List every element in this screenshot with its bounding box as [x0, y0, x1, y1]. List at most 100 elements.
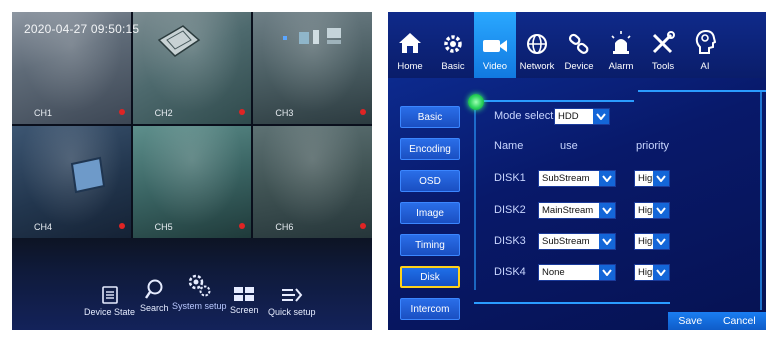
disk-use-value: None	[542, 267, 565, 278]
side-item-disk[interactable]: Disk	[400, 266, 460, 288]
camera-tile-ch2[interactable]: CH2	[132, 12, 252, 124]
channel-label: CH3	[275, 108, 294, 118]
chevron-down-icon	[653, 171, 669, 186]
screen-label: Screen	[230, 305, 259, 315]
alarm-light-icon	[611, 31, 631, 54]
tab-home[interactable]: Home	[388, 12, 432, 78]
quick-setup-icon	[281, 288, 303, 302]
disk2-priority-dropdown[interactable]: High	[634, 202, 670, 219]
channel-label: CH2	[154, 108, 173, 118]
tab-ai[interactable]: AI	[684, 12, 726, 78]
side-item-basic[interactable]: Basic	[400, 106, 460, 128]
side-item-encoding[interactable]: Encoding	[400, 138, 460, 160]
tab-label: Basic	[441, 61, 465, 72]
channel-label: CH5	[154, 222, 173, 232]
top-nav: Home Basic Video Network Device Alarm To…	[388, 12, 766, 78]
disk3-priority-dropdown[interactable]: High	[634, 233, 670, 250]
tab-alarm[interactable]: Alarm	[600, 12, 642, 78]
tab-label: AI	[700, 61, 710, 72]
recording-dot-icon	[118, 109, 125, 115]
camera-tile-ch6[interactable]: CH6	[253, 126, 372, 238]
monitor-icon	[70, 156, 106, 194]
link-icon	[568, 33, 589, 54]
globe-icon	[527, 34, 547, 54]
tab-tools[interactable]: Tools	[642, 12, 684, 78]
disk-use-value: SubStream	[542, 236, 590, 247]
disk1-use-dropdown[interactable]: SubStream	[538, 170, 616, 187]
chevron-down-icon	[599, 265, 615, 280]
disk2-use-dropdown[interactable]: MainStream	[538, 202, 616, 219]
channel-label: CH1	[34, 108, 53, 118]
side-item-image[interactable]: Image	[400, 202, 460, 224]
tab-network[interactable]: Network	[516, 12, 558, 78]
chevron-down-icon	[653, 203, 669, 218]
system-setup-button[interactable]: System setup	[172, 272, 227, 311]
tools-icon	[652, 31, 675, 54]
disk-name: DISK1	[494, 172, 526, 184]
camera-tile-ch3[interactable]: CH3	[253, 12, 372, 124]
search-button[interactable]: Search	[140, 278, 169, 313]
disk1-priority-dropdown[interactable]: High	[634, 170, 670, 187]
disk-use-value: SubStream	[542, 173, 590, 184]
tab-label: Video	[482, 61, 508, 72]
settings-panel: Home Basic Video Network Device Alarm To…	[388, 12, 766, 330]
live-view-panel: CH1 CH2 CH3 CH4 CH5 CH6 2020-04-27 09:50…	[12, 12, 372, 330]
ceiling-fixture-icon	[283, 28, 342, 44]
disk-name: DISK3	[494, 235, 526, 247]
settings-content: Basic Encoding OSD Image Timing Disk Int…	[388, 78, 766, 330]
disk4-use-dropdown[interactable]: None	[538, 264, 616, 281]
ceiling-ac-unit-icon	[157, 25, 200, 57]
quick-setup-button[interactable]: Quick setup	[268, 286, 316, 317]
tab-label: Home	[397, 61, 423, 72]
tab-video[interactable]: Video	[474, 12, 516, 78]
recording-dot-icon	[359, 109, 366, 115]
save-button[interactable]: Save	[678, 315, 702, 327]
gear-icon	[444, 35, 462, 53]
recording-dot-icon	[359, 223, 366, 229]
frame-divider	[474, 100, 476, 290]
frame-divider	[638, 90, 766, 92]
chevron-down-icon	[599, 171, 615, 186]
disk-name: DISK4	[494, 266, 526, 278]
mode-select-value: HDD	[558, 111, 579, 122]
tab-label: Tools	[651, 61, 675, 72]
chevron-down-icon	[653, 265, 669, 280]
search-label: Search	[140, 303, 169, 313]
frame-divider	[760, 90, 762, 310]
system-setup-label: System setup	[172, 301, 227, 311]
device-state-label: Device State	[84, 307, 136, 317]
bottom-toolbar: Device State Search System setup Screen …	[12, 238, 372, 330]
camera-tile-ch4[interactable]: CH4	[12, 126, 131, 238]
cancel-button[interactable]: Cancel	[723, 315, 756, 327]
channel-label: CH4	[34, 222, 53, 232]
disk-name: DISK2	[494, 204, 526, 216]
disk4-priority-dropdown[interactable]: High	[634, 264, 670, 281]
device-state-button[interactable]: Device State	[84, 286, 135, 317]
camera-tile-ch5[interactable]: CH5	[132, 126, 252, 238]
search-icon	[145, 279, 163, 299]
disk-use-value: MainStream	[542, 205, 594, 216]
gears-icon	[189, 274, 211, 297]
tab-device[interactable]: Device	[558, 12, 600, 78]
side-item-intercom[interactable]: Intercom	[400, 298, 460, 320]
channel-label: CH6	[275, 222, 294, 232]
camera-grid: CH1 CH2 CH3 CH4 CH5 CH6	[12, 12, 372, 238]
tab-basic[interactable]: Basic	[432, 12, 474, 78]
disk3-use-dropdown[interactable]: SubStream	[538, 233, 616, 250]
side-item-osd[interactable]: OSD	[400, 170, 460, 192]
chevron-down-icon	[593, 109, 609, 124]
home-icon	[399, 33, 421, 53]
status-indicator-icon	[468, 94, 484, 110]
action-bar: Save Cancel	[668, 312, 766, 330]
screen-button[interactable]: Screen	[230, 286, 259, 315]
device-state-icon	[101, 286, 118, 304]
mode-select-dropdown[interactable]: HDD	[554, 108, 610, 125]
tab-label: Device	[564, 61, 594, 72]
side-item-timing[interactable]: Timing	[400, 234, 460, 256]
side-menu: Basic Encoding OSD Image Timing Disk Int…	[400, 106, 460, 330]
ai-head-icon	[695, 29, 716, 54]
frame-divider	[474, 302, 670, 304]
screen-split-icon	[234, 287, 255, 301]
frame-divider	[474, 100, 634, 102]
timestamp: 2020-04-27 09:50:15	[24, 22, 140, 36]
